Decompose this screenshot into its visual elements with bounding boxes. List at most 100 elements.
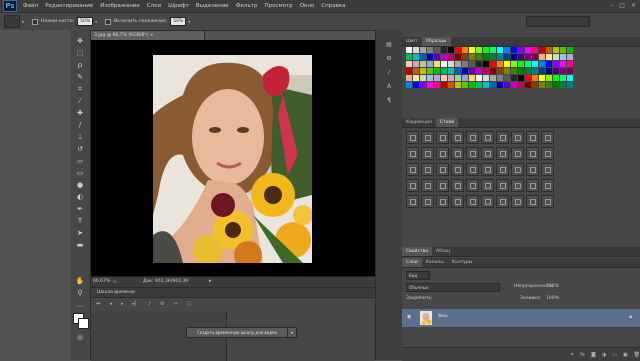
swatch[interactable] bbox=[434, 82, 440, 88]
swatch[interactable] bbox=[448, 47, 454, 53]
swatch[interactable] bbox=[427, 54, 433, 60]
tab-paragraph[interactable]: Абзац bbox=[432, 247, 454, 256]
swatch[interactable] bbox=[441, 68, 447, 74]
style-preset[interactable] bbox=[541, 131, 554, 144]
swatch[interactable] bbox=[525, 75, 531, 81]
swatch[interactable] bbox=[567, 47, 573, 53]
next-frame-icon[interactable]: ▸▏ bbox=[133, 301, 139, 307]
swatch[interactable] bbox=[441, 47, 447, 53]
swatch[interactable] bbox=[483, 61, 489, 67]
workspace-selector[interactable] bbox=[526, 16, 590, 27]
swatch[interactable] bbox=[427, 68, 433, 74]
swatch[interactable] bbox=[406, 54, 412, 60]
tab-color[interactable]: Цвет bbox=[402, 37, 422, 46]
swatch[interactable] bbox=[434, 47, 440, 53]
swatch[interactable] bbox=[420, 82, 426, 88]
style-preset[interactable] bbox=[451, 147, 464, 160]
swatch[interactable] bbox=[504, 82, 510, 88]
style-preset[interactable] bbox=[511, 179, 524, 192]
swatch[interactable] bbox=[448, 61, 454, 67]
swatch[interactable] bbox=[406, 68, 412, 74]
swatch[interactable] bbox=[483, 75, 489, 81]
properties-panel-icon[interactable]: ⚙ bbox=[384, 54, 394, 63]
swatch[interactable] bbox=[518, 82, 524, 88]
style-preset[interactable] bbox=[466, 195, 479, 208]
style-preset[interactable] bbox=[526, 131, 539, 144]
swatch[interactable] bbox=[553, 61, 559, 67]
blend-mode-select[interactable]: Обычные bbox=[406, 283, 500, 292]
swatch[interactable] bbox=[455, 61, 461, 67]
swatch[interactable] bbox=[462, 68, 468, 74]
timeline-header[interactable]: Шкала времени bbox=[91, 288, 375, 298]
swatch[interactable] bbox=[490, 61, 496, 67]
swatch[interactable] bbox=[539, 54, 545, 60]
style-preset[interactable] bbox=[451, 163, 464, 176]
style-preset[interactable] bbox=[496, 163, 509, 176]
quick-mask-icon[interactable]: ◎ bbox=[74, 332, 86, 343]
style-preset[interactable] bbox=[511, 131, 524, 144]
tool-preset-picker[interactable] bbox=[4, 15, 20, 28]
chevron-down-icon[interactable]: ▾ bbox=[287, 327, 297, 338]
style-preset[interactable] bbox=[421, 147, 434, 160]
menu-select[interactable]: Выделение bbox=[196, 3, 229, 9]
edit-toolbar-icon[interactable]: ⋯ bbox=[74, 301, 86, 312]
swatch[interactable] bbox=[532, 75, 538, 81]
swatch[interactable] bbox=[476, 61, 482, 67]
swatch[interactable] bbox=[525, 47, 531, 53]
swatch[interactable] bbox=[420, 75, 426, 81]
style-preset[interactable] bbox=[511, 163, 524, 176]
swatch[interactable] bbox=[511, 47, 517, 53]
swatch[interactable] bbox=[546, 75, 552, 81]
swatch[interactable] bbox=[553, 47, 559, 53]
move-tool-icon[interactable]: ✥ bbox=[74, 36, 86, 47]
swatch[interactable] bbox=[462, 82, 468, 88]
swatch[interactable] bbox=[476, 82, 482, 88]
menu-image[interactable]: Изображение bbox=[100, 3, 140, 9]
swatch[interactable] bbox=[420, 61, 426, 67]
style-preset[interactable] bbox=[436, 195, 449, 208]
swatch[interactable] bbox=[539, 47, 545, 53]
clone-stamp-tool-icon[interactable]: ⊥ bbox=[74, 132, 86, 143]
maximize-icon[interactable]: □ bbox=[619, 2, 625, 9]
style-preset[interactable] bbox=[451, 131, 464, 144]
swatch[interactable] bbox=[476, 47, 482, 53]
style-preset[interactable] bbox=[541, 163, 554, 176]
history-panel-icon[interactable]: ▤ bbox=[384, 40, 394, 49]
fx-icon[interactable]: fx bbox=[580, 352, 585, 358]
swatch[interactable] bbox=[567, 82, 573, 88]
layer-row-background[interactable]: ◉ Фон 🔒︎ bbox=[402, 309, 640, 327]
swatch[interactable] bbox=[413, 75, 419, 81]
swatch[interactable] bbox=[462, 54, 468, 60]
swatch[interactable] bbox=[546, 61, 552, 67]
minimize-icon[interactable]: – bbox=[610, 2, 613, 9]
swatch[interactable] bbox=[553, 82, 559, 88]
style-preset[interactable] bbox=[496, 131, 509, 144]
fill-value[interactable]: 100% bbox=[546, 296, 559, 301]
mask-icon[interactable]: ◙ bbox=[591, 352, 596, 358]
swatch[interactable] bbox=[469, 47, 475, 53]
swatch[interactable] bbox=[441, 75, 447, 81]
swatch[interactable] bbox=[504, 54, 510, 60]
swatch[interactable] bbox=[497, 75, 503, 81]
background-color-swatch[interactable] bbox=[78, 318, 89, 329]
swatch[interactable] bbox=[427, 82, 433, 88]
swatch[interactable] bbox=[448, 82, 454, 88]
swatch[interactable] bbox=[567, 68, 573, 74]
menu-filter[interactable]: Фильтр bbox=[236, 3, 258, 9]
swatch[interactable] bbox=[469, 61, 475, 67]
swatch[interactable] bbox=[504, 68, 510, 74]
style-preset[interactable] bbox=[481, 147, 494, 160]
swatch[interactable] bbox=[441, 61, 447, 67]
swatch[interactable] bbox=[434, 61, 440, 67]
character-panel-icon[interactable]: A bbox=[384, 82, 394, 91]
swatch[interactable] bbox=[518, 75, 524, 81]
swatch[interactable] bbox=[483, 68, 489, 74]
swatch[interactable] bbox=[532, 47, 538, 53]
swatch[interactable] bbox=[476, 68, 482, 74]
swatch[interactable] bbox=[567, 75, 573, 81]
swatch[interactable] bbox=[420, 54, 426, 60]
swatch[interactable] bbox=[560, 68, 566, 74]
style-preset[interactable] bbox=[421, 163, 434, 176]
path-select-tool-icon[interactable]: ➤ bbox=[74, 228, 86, 239]
swatch[interactable] bbox=[483, 47, 489, 53]
